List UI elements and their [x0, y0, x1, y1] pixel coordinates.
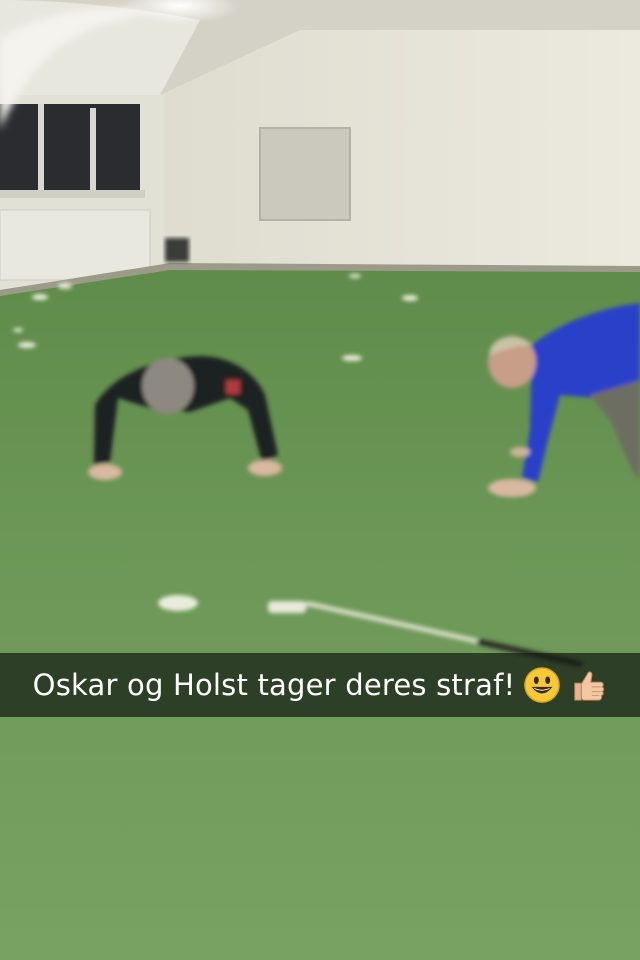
smiley-icon: [524, 667, 561, 703]
caption-text: Oskar og Holst tager deres straf!: [32, 668, 516, 702]
snap-caption-bar: Oskar og Holst tager deres straf!: [0, 653, 640, 717]
indoor-training-photo: [0, 0, 640, 960]
thumbs-up-icon: [574, 671, 605, 701]
snap-photo: Oskar og Holst tager deres straf!: [0, 0, 640, 960]
